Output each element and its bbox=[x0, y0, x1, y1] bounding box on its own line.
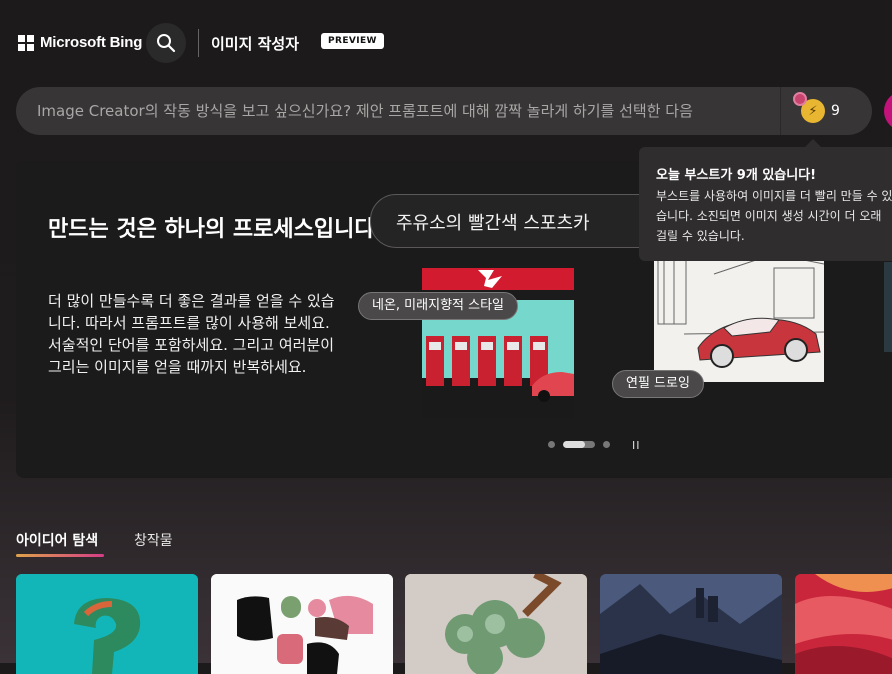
carousel-dot[interactable] bbox=[548, 441, 555, 448]
gallery-card[interactable] bbox=[600, 574, 782, 674]
hero-description: 더 많이 만들수록 더 좋은 결과를 얻을 수 있습니다. 따라서 프롬프트를 … bbox=[48, 292, 335, 376]
tooltip-title: 오늘 부스트가 9개 있습니다! bbox=[656, 168, 817, 183]
tab-explore-ideas[interactable]: 아이디어 탐색 bbox=[16, 530, 98, 550]
tab-active-underline bbox=[16, 554, 104, 557]
boost-notification-dot bbox=[793, 92, 807, 106]
search-button[interactable] bbox=[146, 23, 186, 63]
neon-style-image bbox=[422, 268, 574, 418]
hero-title: 만드는 것은 하나의 프로세스입니다. bbox=[48, 217, 383, 242]
carousel-indicators bbox=[548, 441, 610, 448]
pencil-drawing-tag: 연필 드로잉 bbox=[612, 370, 704, 398]
neon-style-tag: 네온, 미래지향적 스타일 bbox=[358, 292, 518, 320]
gallery-card[interactable] bbox=[795, 574, 892, 674]
carousel-next-image bbox=[884, 262, 892, 352]
example-prompt-text: 주유소의 빨간색 스포츠카 bbox=[396, 213, 590, 234]
bing-logo[interactable]: Microsoft Bing bbox=[18, 34, 142, 51]
boost-count: 9 bbox=[831, 103, 840, 119]
header-divider bbox=[198, 29, 199, 57]
search-icon bbox=[157, 34, 176, 53]
gallery-card[interactable] bbox=[16, 574, 198, 674]
prompt-bar-separator bbox=[780, 87, 781, 135]
carousel-dot[interactable] bbox=[603, 441, 610, 448]
tooltip-body: 부스트를 사용하여 이미지를 더 빨리 만들 수 있습니다. 소진되면 이미지 … bbox=[656, 189, 892, 243]
brand-name: Microsoft Bing bbox=[40, 34, 143, 51]
gallery-card[interactable] bbox=[405, 574, 587, 674]
gallery-card[interactable] bbox=[211, 574, 393, 674]
pause-button[interactable]: II bbox=[632, 439, 641, 452]
carousel-dot-active[interactable] bbox=[563, 441, 595, 448]
tab-creations[interactable]: 창작물 bbox=[134, 530, 173, 550]
microsoft-logo-icon bbox=[18, 34, 34, 51]
app-title[interactable]: 이미지 작성자 bbox=[211, 33, 299, 54]
avatar[interactable] bbox=[884, 91, 892, 131]
preview-badge: PREVIEW bbox=[321, 33, 384, 49]
pencil-drawing-image bbox=[654, 244, 824, 382]
prompt-input[interactable] bbox=[37, 98, 737, 124]
